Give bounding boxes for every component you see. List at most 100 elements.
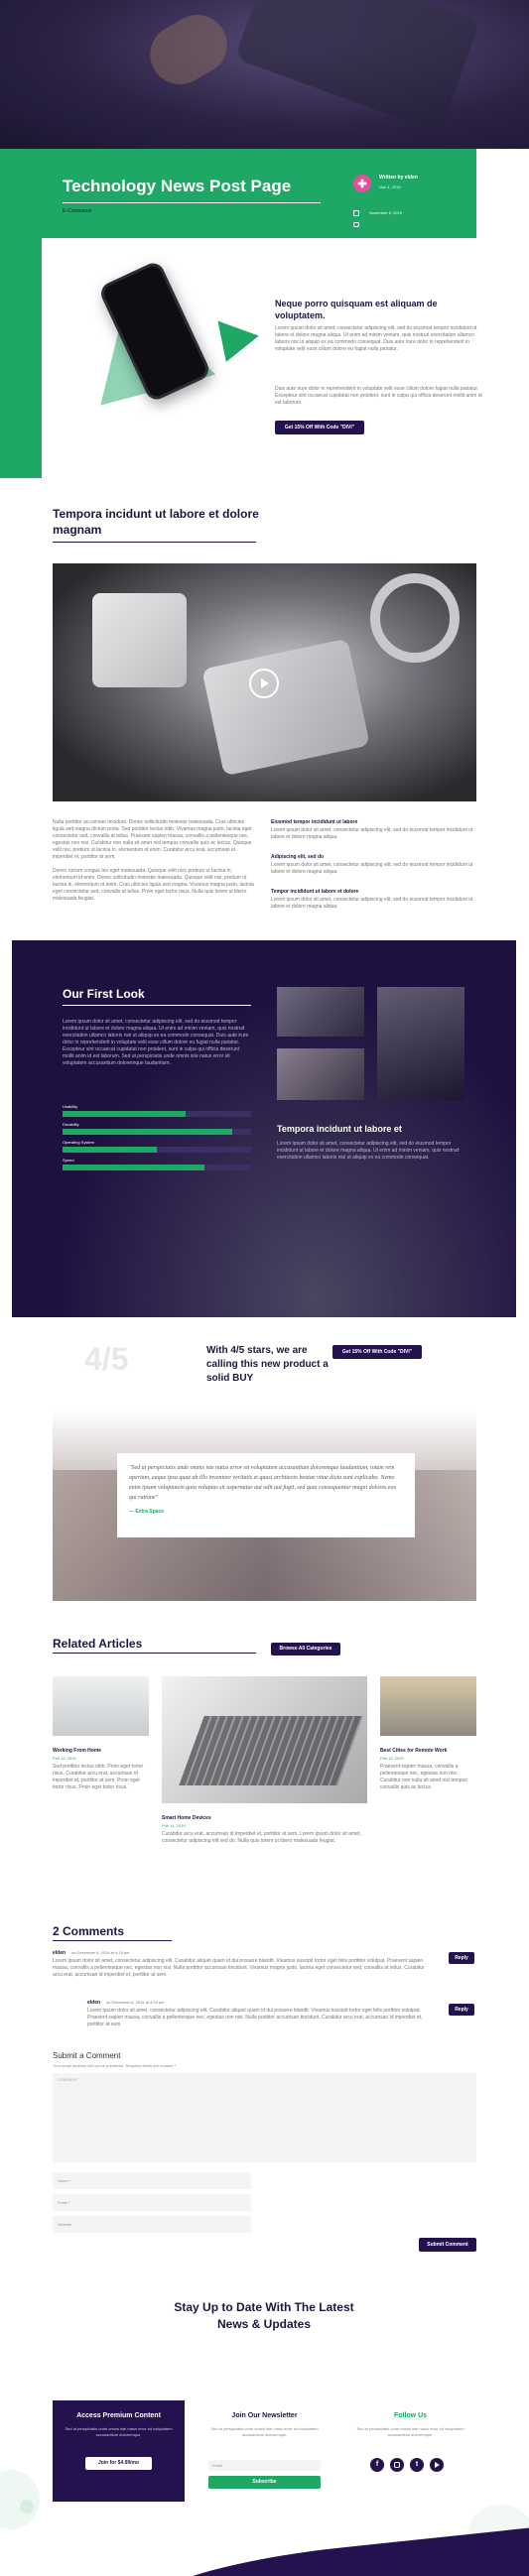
progress-bar-label: Durability [63,1122,79,1127]
browse-categories-button[interactable]: Browse All Categories [271,1643,340,1656]
related-underline [53,1653,256,1654]
social-icons: f t [370,2458,444,2472]
comments-underline [53,1940,172,1941]
progress-bar-label: Speed [63,1158,74,1163]
progress-bar-fill [63,1129,232,1135]
instagram-icon[interactable] [390,2458,404,2472]
follow-title: Follow Us [393,2412,428,2419]
comment-form-note: Your email address will not be published… [53,2063,177,2068]
article-3-image[interactable] [380,1676,476,1736]
name-field[interactable]: Name * [53,2172,251,2189]
section2-col1b: Donec rutrum congue leo eget malesuada. … [53,868,254,902]
first-look-underline [63,1005,251,1006]
progress-bar-label: Operating System [63,1140,95,1145]
rating-score: 4/5 [84,1341,129,1377]
page-title: Technology News Post Page [63,177,292,195]
comment-1-text: Lorem ipsum dolor sit amet, consectetur … [53,1958,425,1978]
twitter-icon[interactable]: t [410,2458,424,2472]
article-2-title[interactable]: Smart Home Devices [162,1815,211,1821]
progress-bar-1: Usability [63,1104,251,1117]
subscribe-button[interactable]: Subscribe [208,2476,321,2489]
feature-item-3-title: Tempor incididunt ut labore et dolore [271,889,359,895]
quote-text: "Sed ut perspiciatis unde omnis iste nat… [129,1465,396,1501]
author-avatar [353,175,371,192]
play-button[interactable] [249,669,279,698]
title-underline [63,202,321,203]
comment-1-meta: on December 6, 2019 at 4:15 pm [71,1950,130,1955]
section2-col1: Nulla porttitor accumsan tincidunt. Done… [53,819,252,860]
hero-hand-image [139,4,238,95]
newsletter-text: Sed ut perspiciatis unde omnis iste natu… [210,2426,319,2437]
intro-paragraph-2: Duis aute irure dolor in reprehenderit i… [275,386,482,406]
section2-underline [53,542,256,543]
comment-textarea[interactable]: COMMENT [53,2073,476,2162]
article-1-image[interactable] [53,1676,149,1736]
comment-1-reply-button[interactable]: Reply [449,1952,474,1964]
related-heading: Related Articles [53,1637,143,1651]
first-look-text: Lorem ipsum dolor sit amet, consectetur … [63,1019,249,1066]
feature-item-2-text: Lorem ipsum dolor sit amet, consectetur … [271,862,473,875]
decorative-circle-large [0,2470,40,2529]
premium-title: Access Premium Content [76,2412,161,2419]
hero-green-left [0,238,42,478]
first-look-side-heading: Tempora incidunt ut labore et [277,1124,402,1134]
comment-2-text: Lorem ipsum dolor sit amet, consectetur … [87,2008,423,2027]
youtube-icon[interactable] [430,2458,444,2472]
quote-box: "Sed ut perspiciatis unde omnis iste nat… [117,1453,415,1537]
article-3-date: Feb 12, 2019 [380,1756,404,1761]
comment-icon [353,222,359,227]
article-2-date: Feb 14, 2019 [162,1823,186,1828]
comments-heading: 2 Comments [53,1924,125,1938]
laptop-keyboard [179,1716,363,1785]
hands-image-3[interactable] [277,1048,364,1100]
first-look-side-text: Lorem ipsum dolor sit amet, consectetur … [277,1141,460,1161]
author-date: Nov 4, 2019 [379,184,401,189]
progress-bar-4: Speed [63,1158,251,1170]
comment-2-reply-button[interactable]: Reply [449,2004,474,2016]
section2-heading: Tempora incidunt ut labore et dolore mag… [53,507,259,537]
footer-bottom-wave [135,2525,529,2576]
article-2-image[interactable] [162,1676,367,1803]
newsletter-email-input[interactable]: Email [208,2460,321,2471]
comment-1-author[interactable]: elden [53,1950,66,1956]
newsletter-title: Join Our Newsletter [231,2412,298,2419]
premium-text: Sed ut perspiciatis unde omnis iste natu… [65,2426,173,2437]
rating-cta-button[interactable]: Get 15% Off With Code "DIVI" [332,1345,422,1359]
author-name[interactable]: Written by elden [379,175,418,181]
post-category-link[interactable]: E-Commerce [63,208,91,214]
follow-text: Sed ut perspiciatis unde omnis iste natu… [356,2426,464,2437]
article-1-title[interactable]: Working From Home [53,1748,101,1754]
decorative-circle-small [20,2500,34,2514]
play-icon [261,678,269,688]
progress-bar-fill [63,1165,204,1170]
article-2-text: Curabitur arcu erat, accumsan id imperdi… [162,1831,361,1844]
rating-text: With 4/5 stars, we are calling this new … [206,1345,329,1384]
feature-item-3-text: Lorem ipsum dolor sit amet, consectetur … [271,897,473,910]
avatar-flower-icon [357,179,367,188]
feature-item-1-title: Eiusmod tempor incididunt ut labore [271,819,358,825]
phone-image-2[interactable] [377,987,464,1100]
facebook-icon[interactable]: f [370,2458,384,2472]
quote-author: — Extra Space [129,1509,165,1515]
article-3-title[interactable]: Best Cities for Remote Work [380,1748,447,1754]
email-field[interactable]: Email * [53,2194,251,2211]
comment-2-author[interactable]: elden [87,2000,100,2006]
article-1-date: Feb 12, 2019 [53,1756,76,1761]
progress-bar-track [63,1147,251,1153]
progress-bar-track [63,1129,251,1135]
submit-comment-button[interactable]: Submit Comment [419,2238,476,2252]
intro-cta-button[interactable]: Get 15% Off With Code "DIVI" [275,421,364,434]
progress-bars: Usability Durability Operating System Speed [63,1104,251,1175]
progress-bar-fill [63,1111,186,1117]
comment-2-meta: on December 6, 2019 at 4:15 pm [106,2000,165,2005]
website-field[interactable]: Website [53,2216,251,2233]
intro-heading: Neque porro quisquam est aliquam de volu… [275,299,438,320]
charger-block [92,593,187,687]
progress-bar-2: Durability [63,1122,251,1135]
footer-heading: Stay Up to Date With The Latest News & U… [174,2300,354,2331]
cable-coil [370,573,460,663]
box-image-1[interactable] [277,987,364,1037]
progress-bar-3: Operating System [63,1140,251,1153]
progress-bar-label: Usability [63,1104,78,1109]
premium-button[interactable]: Join for $4.99/mo [85,2457,152,2470]
